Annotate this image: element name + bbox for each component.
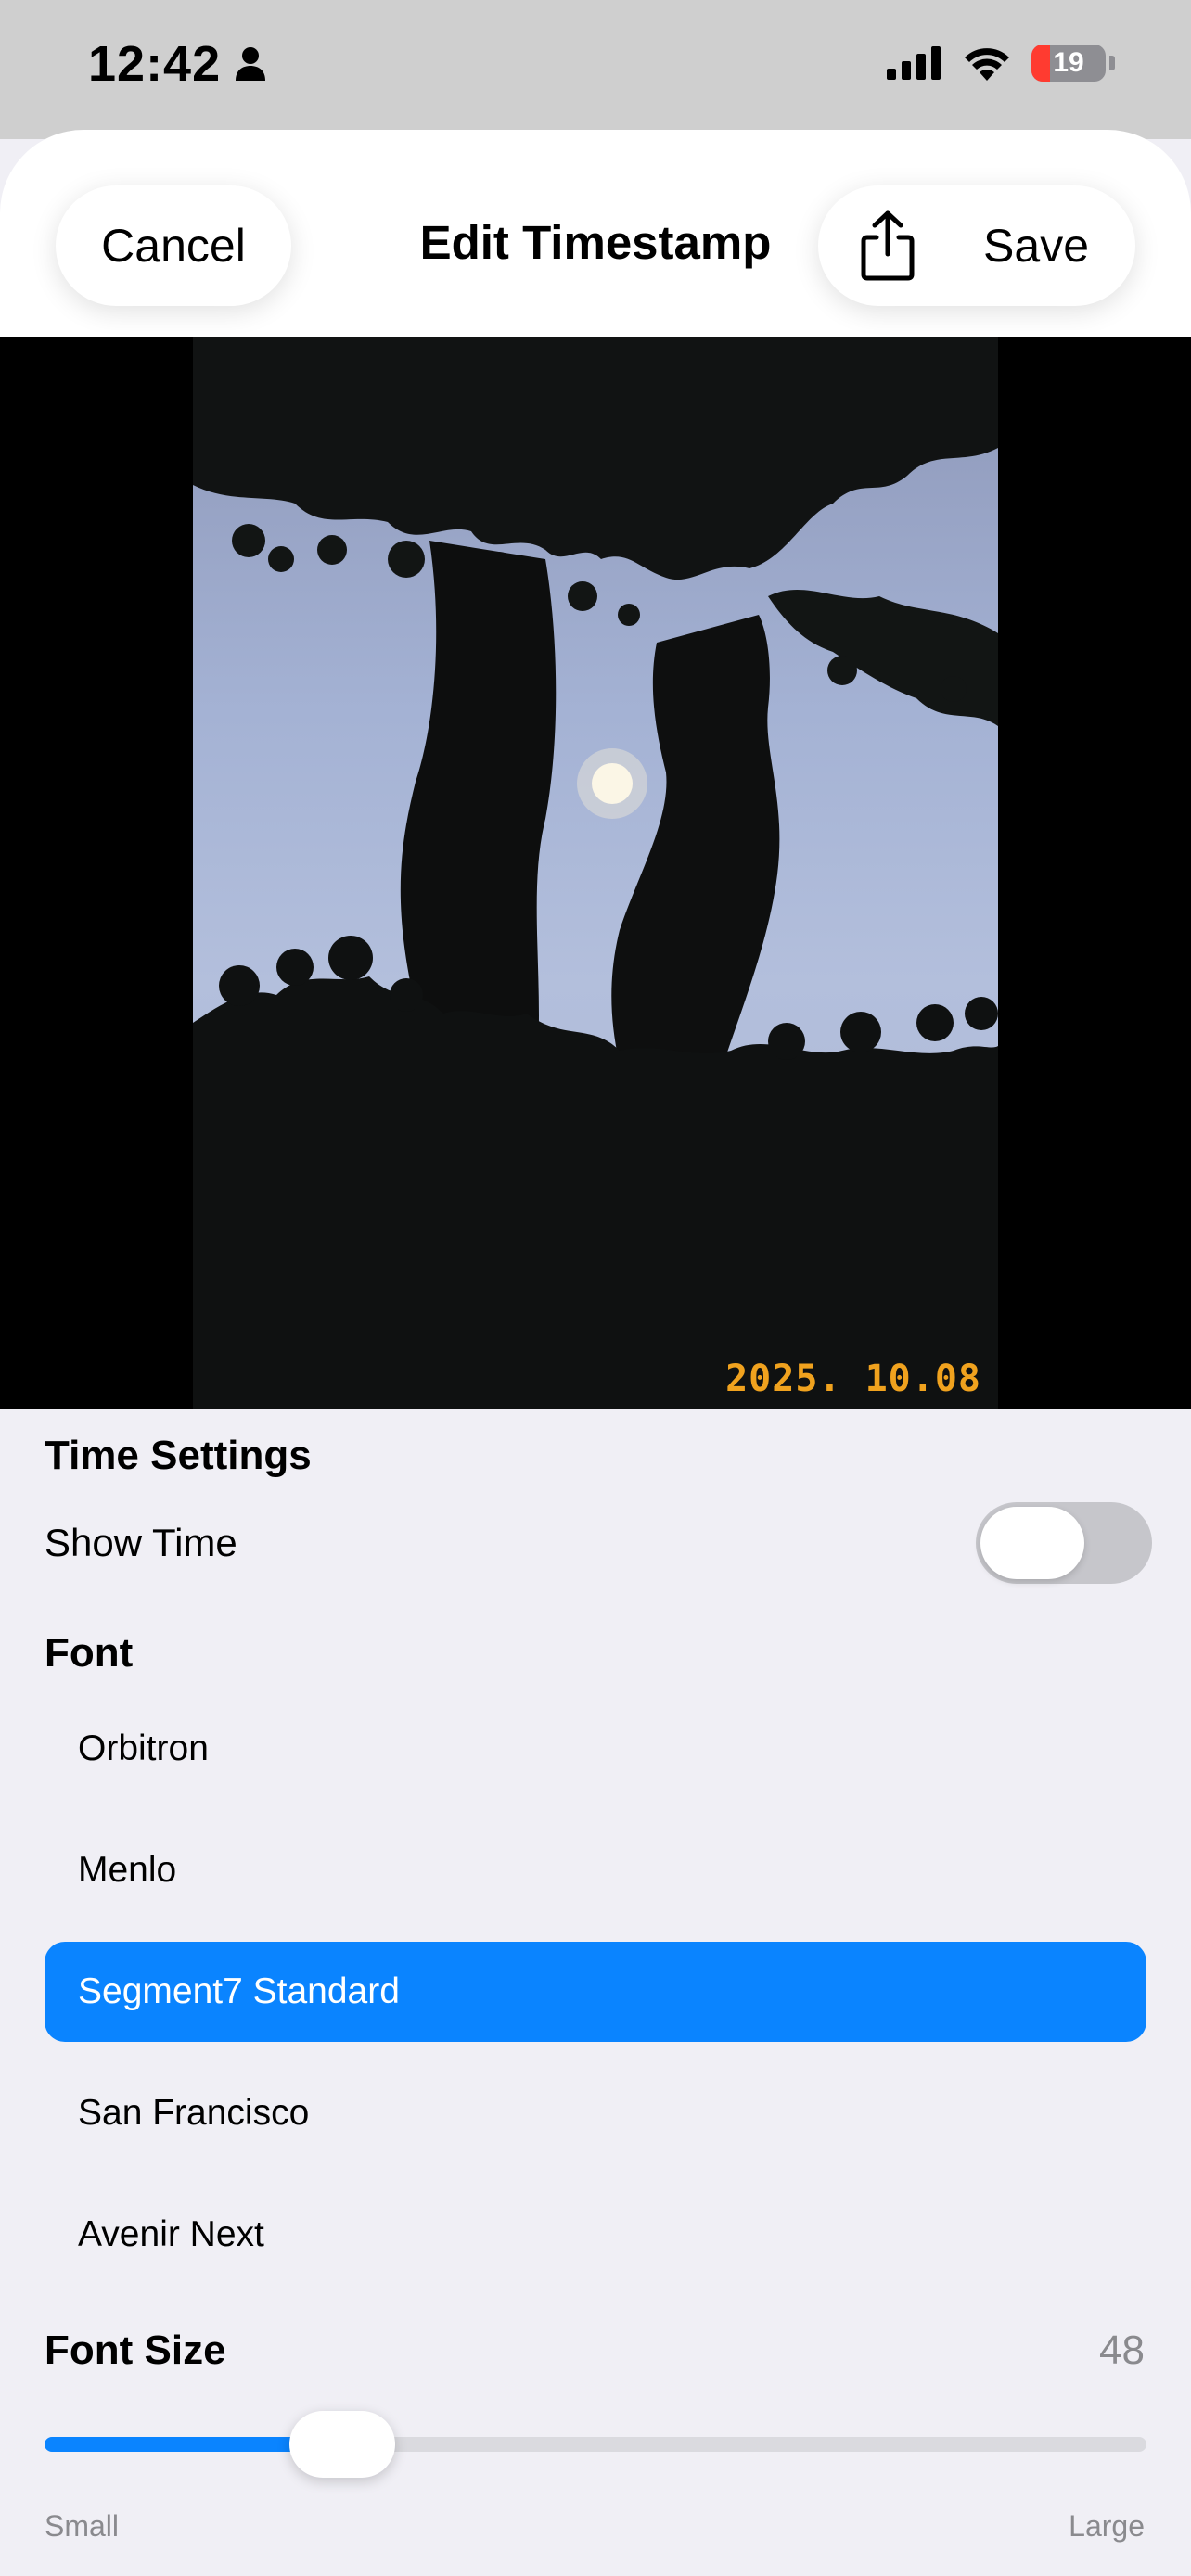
battery-icon: 19 — [1031, 45, 1106, 82]
slider-thumb[interactable] — [288, 2411, 395, 2478]
toggle-knob — [980, 1507, 1084, 1579]
font-size-heading: Font Size — [45, 2327, 226, 2373]
share-icon — [861, 210, 915, 281]
status-bar: 12:42 19 — [0, 0, 1191, 139]
show-time-toggle[interactable] — [976, 1502, 1152, 1584]
status-time: 12:42 — [88, 35, 267, 93]
font-option-orbitron[interactable]: Orbitron — [45, 1699, 1146, 1799]
actions-pill: Save — [818, 185, 1135, 306]
photo: 2025. 10.08 — [193, 337, 998, 1409]
wifi-icon — [965, 48, 1009, 81]
slider-max-label: Large — [1069, 2509, 1145, 2543]
share-button[interactable] — [837, 195, 939, 297]
clock: 12:42 — [88, 36, 222, 92]
font-option-avenir-next[interactable]: Avenir Next — [45, 2185, 1146, 2285]
time-settings-heading: Time Settings — [45, 1433, 312, 1478]
slider-min-label: Small — [45, 2509, 120, 2543]
cellular-icon — [887, 46, 941, 80]
photo-preview: 2025. 10.08 — [0, 337, 1191, 1409]
font-option-menlo[interactable]: Menlo — [45, 1820, 1146, 1920]
font-option-san-francisco[interactable]: San Francisco — [45, 2063, 1146, 2163]
font-size-value: 48 — [1099, 2327, 1145, 2373]
save-button[interactable]: Save — [983, 219, 1089, 273]
font-heading: Font — [45, 1630, 134, 1676]
tree-silhouette — [193, 337, 998, 1409]
status-icons: 19 — [887, 45, 1115, 82]
font-option-segment7-standard[interactable]: Segment7 Standard — [45, 1942, 1146, 2042]
battery-level: 19 — [1053, 47, 1084, 78]
person-icon — [236, 47, 266, 81]
font-size-slider[interactable] — [45, 2437, 1146, 2452]
timestamp-overlay: 2025. 10.08 — [725, 1358, 981, 1400]
battery-cap — [1109, 56, 1115, 70]
show-time-label: Show Time — [45, 1521, 237, 1564]
nav-header: Cancel Edit Timestamp Save — [0, 130, 1191, 338]
